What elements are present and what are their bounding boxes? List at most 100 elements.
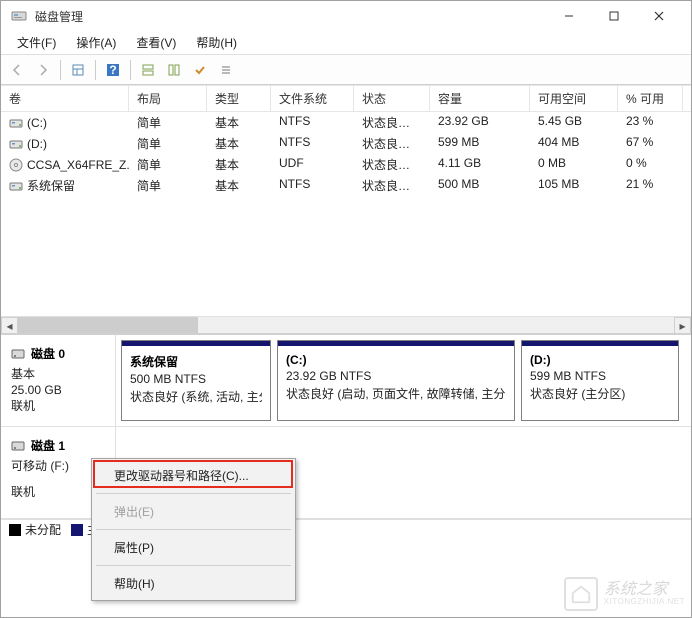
col-status[interactable]: 状态: [354, 86, 430, 111]
disk0-name: 磁盘 0: [31, 345, 65, 362]
disk0-state: 联机: [11, 398, 105, 414]
vol-pct: 67 %: [618, 134, 683, 153]
disk1-name: 磁盘 1: [31, 437, 65, 454]
partition[interactable]: (D:) 599 MB NTFS 状态良好 (主分区): [521, 340, 679, 421]
window-title: 磁盘管理: [35, 8, 546, 25]
table-row[interactable]: (D:)简单基本NTFS状态良好 (...599 MB404 MB67 %: [1, 133, 691, 154]
disc-icon: [9, 158, 23, 172]
partition-size: 500 MB NTFS: [130, 372, 262, 386]
horizontal-scrollbar[interactable]: ◂ ▸: [1, 316, 691, 333]
partition[interactable]: 系统保留 500 MB NTFS 状态良好 (系统, 活动, 主分: [121, 340, 271, 421]
col-filesystem[interactable]: 文件系统: [271, 86, 354, 111]
menu-bar: 文件(F) 操作(A) 查看(V) 帮助(H): [1, 31, 691, 55]
vol-layout: 简单: [129, 155, 207, 174]
menu-help[interactable]: 帮助(H): [186, 31, 247, 54]
col-type[interactable]: 类型: [207, 86, 271, 111]
forward-button: [31, 58, 55, 82]
close-button[interactable]: [636, 2, 681, 30]
partition-status: 状态良好 (主分区): [530, 385, 670, 402]
vol-capacity: 599 MB: [430, 134, 530, 153]
vol-fs: NTFS: [271, 176, 354, 195]
toolbar-checked-icon[interactable]: [188, 58, 212, 82]
vol-type: 基本: [207, 176, 271, 195]
cm-change-drive-letter[interactable]: 更改驱动器号和路径(C)...: [94, 461, 293, 490]
cm-eject: 弹出(E): [94, 497, 293, 526]
scroll-right[interactable]: ▸: [674, 317, 691, 334]
toolbar-list-icon[interactable]: [214, 58, 238, 82]
col-percent[interactable]: % 可用: [618, 86, 683, 111]
vol-name: (C:): [27, 116, 47, 130]
col-volume[interactable]: 卷: [1, 86, 129, 111]
table-row[interactable]: (C:) 简单基本NTFS状态良好 (...23.92 GB5.45 GB23 %: [1, 112, 691, 133]
menu-action[interactable]: 操作(A): [66, 31, 126, 54]
context-menu: 更改驱动器号和路径(C)... 弹出(E) 属性(P) 帮助(H): [91, 458, 296, 601]
title-bar: 磁盘管理: [1, 1, 691, 31]
vol-free: 105 MB: [530, 176, 618, 195]
drive-icon: [9, 137, 23, 151]
vol-fs: UDF: [271, 155, 354, 174]
table-row[interactable]: CCSA_X64FRE_Z...简单基本UDF状态良好 (...4.11 GB0…: [1, 154, 691, 175]
vol-pct: 23 %: [618, 113, 683, 132]
vol-name: (D:): [27, 137, 47, 151]
col-free[interactable]: 可用空间: [530, 86, 618, 111]
vol-type: 基本: [207, 134, 271, 153]
cm-help[interactable]: 帮助(H): [94, 569, 293, 598]
toolbar-view1[interactable]: [66, 58, 90, 82]
vol-pct: 0 %: [618, 155, 683, 174]
vol-status: 状态良好 (...: [354, 113, 430, 132]
drive-icon: [9, 116, 23, 130]
minimize-button[interactable]: [546, 2, 591, 30]
svg-text:?: ?: [109, 63, 116, 77]
menu-view[interactable]: 查看(V): [126, 31, 186, 54]
vol-status: 状态良好 (...: [354, 134, 430, 153]
back-button: [5, 58, 29, 82]
watermark: 系统之家 XITONGZHIJIA.NET: [564, 577, 685, 611]
cm-properties[interactable]: 属性(P): [94, 533, 293, 562]
vol-status: 状态良好 (...: [354, 176, 430, 195]
vol-capacity: 23.92 GB: [430, 113, 530, 132]
vol-capacity: 4.11 GB: [430, 155, 530, 174]
vol-layout: 简单: [129, 134, 207, 153]
vol-status: 状态良好 (...: [354, 155, 430, 174]
menu-file[interactable]: 文件(F): [7, 31, 66, 54]
vol-name: CCSA_X64FRE_Z...: [27, 158, 129, 172]
drive-icon: [9, 179, 23, 193]
maximize-button[interactable]: [591, 2, 636, 30]
volume-list: 卷 布局 类型 文件系统 状态 容量 可用空间 % 可用 (C:)简单基本NTF…: [1, 85, 691, 316]
table-row[interactable]: 系统保留 简单基本NTFS状态良好 (...500 MB105 MB21 %: [1, 175, 691, 196]
vol-capacity: 500 MB: [430, 176, 530, 195]
vol-fs: NTFS: [271, 113, 354, 132]
disk-row-0[interactable]: 磁盘 0 基本 25.00 GB 联机 系统保留 500 MB NTFS 状态良好 …: [1, 335, 691, 427]
legend-unallocated: 未分配: [9, 521, 61, 538]
col-layout[interactable]: 布局: [129, 86, 207, 111]
app-icon: [11, 8, 27, 24]
vol-name: 系统保留: [27, 177, 75, 194]
vol-type: 基本: [207, 113, 271, 132]
scroll-left[interactable]: ◂: [1, 317, 18, 334]
partition-title: 系统保留: [130, 353, 262, 370]
vol-layout: 简单: [129, 113, 207, 132]
disk0-kind: 基本: [11, 366, 105, 382]
vol-layout: 简单: [129, 176, 207, 195]
vol-free: 0 MB: [530, 155, 618, 174]
partition-title: (C:): [286, 353, 506, 367]
partition[interactable]: (C:) 23.92 GB NTFS 状态良好 (启动, 页面文件, 故障转储, 主…: [277, 340, 515, 421]
vol-free: 5.45 GB: [530, 113, 618, 132]
vol-free: 404 MB: [530, 134, 618, 153]
toolbar-layout2[interactable]: [162, 58, 186, 82]
toolbar-help-icon[interactable]: ?: [101, 58, 125, 82]
vol-type: 基本: [207, 155, 271, 174]
toolbar: ?: [1, 55, 691, 85]
disk-icon: [11, 439, 25, 453]
partition-size: 599 MB NTFS: [530, 369, 670, 383]
disk-icon: [11, 347, 25, 361]
toolbar-layout1[interactable]: [136, 58, 160, 82]
vol-pct: 21 %: [618, 176, 683, 195]
col-capacity[interactable]: 容量: [430, 86, 530, 111]
partition-status: 状态良好 (启动, 页面文件, 故障转储, 主分区: [286, 385, 506, 402]
column-headers: 卷 布局 类型 文件系统 状态 容量 可用空间 % 可用: [1, 85, 691, 112]
disk0-size: 25.00 GB: [11, 382, 105, 398]
partition-title: (D:): [530, 353, 670, 367]
partition-size: 23.92 GB NTFS: [286, 369, 506, 383]
partition-status: 状态良好 (系统, 活动, 主分: [130, 388, 262, 405]
